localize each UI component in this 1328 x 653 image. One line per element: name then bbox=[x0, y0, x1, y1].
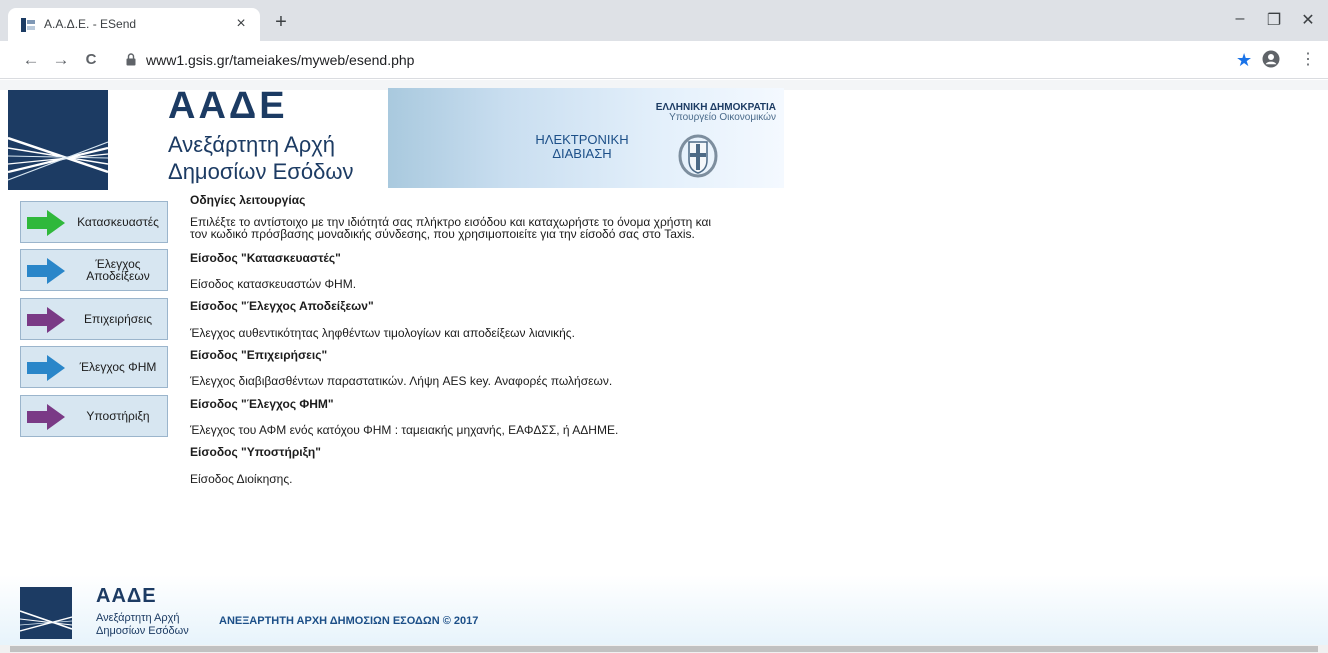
page-footer: ΑΑΔΕ Ανεξάρτητη Αρχή Δημοσίων Εσόδων ΑΝΕ… bbox=[0, 575, 1328, 648]
instructions-intro-line2: τον κωδικό πρόσβασης μοναδικής σύνδεσης,… bbox=[190, 227, 695, 241]
arrow-right-icon bbox=[27, 210, 65, 236]
header-subtitle-line1: Ανεξάρτητη Αρχή bbox=[168, 132, 335, 157]
profile-icon[interactable] bbox=[1262, 50, 1280, 68]
url-text: www1.gsis.gr/tameiakes/myweb/esend.php bbox=[146, 52, 415, 68]
header-subtitle-line2: Δημοσίων Εσόδων bbox=[168, 159, 354, 184]
footer-logo-line1: Ανεξάρτητη Αρχή bbox=[96, 612, 180, 624]
browser-tab[interactable]: Α.Α.Δ.Ε. - ESend × bbox=[8, 8, 260, 41]
service-label-line2: ΔΙΑΒΙΑΣΗ bbox=[552, 146, 612, 161]
footer-logo-line2: Δημοσίων Εσόδων bbox=[96, 625, 189, 637]
footer-logo-title: ΑΑΔΕ bbox=[96, 585, 157, 607]
tab-close-icon[interactable]: × bbox=[230, 13, 252, 35]
service-label-line1: ΗΛΕΚΤΡΟΝΙΚΗ bbox=[535, 132, 629, 147]
section-heading: Είσοδος "Υποστήριξη" bbox=[190, 445, 321, 459]
section-heading: Είσοδος "Κατασκευαστές" bbox=[190, 251, 341, 265]
menu-button-label: Κατασκευαστές bbox=[77, 215, 159, 229]
bookmark-star-icon[interactable]: ★ bbox=[1236, 49, 1252, 71]
arrow-right-icon bbox=[27, 355, 65, 381]
footer-logo bbox=[20, 587, 72, 639]
section-heading: Είσοδος "Έλεγχος ΦΗΜ" bbox=[190, 397, 334, 411]
instructions-title: Οδηγίες λειτουργίας bbox=[190, 193, 306, 207]
reload-icon[interactable]: C bbox=[80, 49, 102, 71]
aade-logo bbox=[8, 90, 108, 190]
section-heading: Είσοδος "Επιχειρήσεις" bbox=[190, 348, 328, 362]
section-heading: Είσοδος "Έλεγχος Αποδείξεων" bbox=[190, 299, 374, 313]
page: ΑΑΔΕ Ανεξάρτητη Αρχή Δημοσίων Εσόδων ΕΛΛ… bbox=[0, 80, 1328, 653]
footer-logo-graphic bbox=[20, 587, 72, 639]
menu-button-manufacturers[interactable]: Κατασκευαστές bbox=[20, 201, 168, 243]
menu-button-businesses[interactable]: Επιχειρήσεις bbox=[20, 298, 168, 340]
menu-button-support[interactable]: Υποστήριξη bbox=[20, 395, 168, 437]
section-text: Είσοδος Διοίκησης. bbox=[190, 472, 293, 486]
browser-menu-icon[interactable]: ⋮ bbox=[1300, 49, 1316, 71]
arrow-right-icon bbox=[27, 258, 65, 284]
menu-button-label: Έλεγχος Αποδείξεων bbox=[86, 257, 150, 283]
site-favicon-icon bbox=[21, 18, 35, 32]
back-icon[interactable]: ← bbox=[20, 49, 42, 71]
footer-copyright: ΑΝΕΞΑΡΤΗΤΗ ΑΡΧΗ ΔΗΜΟΣΙΩΝ ΕΣΟΔΩΝ © 2017 bbox=[219, 615, 479, 627]
address-bar[interactable]: www1.gsis.gr/tameiakes/myweb/esend.php bbox=[112, 47, 1212, 73]
browser-tabstrip: Α.Α.Δ.Ε. - ESend × + – ❐ ✕ bbox=[0, 0, 1328, 41]
header-banner: ΕΛΛΗΝΙΚΗ ΔΗΜΟΚΡΑΤΙΑ Υπουργείο Οικονομικώ… bbox=[388, 88, 784, 188]
ministry-label: Υπουργείο Οικονομικών bbox=[669, 112, 776, 123]
arrow-right-icon bbox=[27, 404, 65, 430]
forward-icon[interactable]: → bbox=[50, 49, 72, 71]
browser-toolbar: ← → C www1.gsis.gr/tameiakes/myweb/esend… bbox=[0, 41, 1328, 79]
horizontal-scrollbar[interactable] bbox=[0, 645, 1328, 653]
lock-icon bbox=[126, 53, 136, 66]
new-tab-button[interactable]: + bbox=[270, 12, 292, 34]
menu-button-label: Υποστήριξη bbox=[86, 409, 150, 423]
close-window-icon[interactable]: ✕ bbox=[1296, 10, 1320, 30]
scrollbar-thumb[interactable] bbox=[10, 646, 1318, 652]
section-text: Έλεγχος αυθεντικότητας ληφθέντων τιμολογ… bbox=[190, 326, 575, 340]
section-text: Έλεγχος του ΑΦΜ ενός κατόχου ΦΗΜ : ταμει… bbox=[190, 423, 619, 437]
minimize-icon[interactable]: – bbox=[1228, 10, 1252, 30]
restore-icon[interactable]: ❐ bbox=[1262, 10, 1286, 30]
menu-button-fhm-check[interactable]: Έλεγχος ΦΗΜ bbox=[20, 346, 168, 388]
menu-button-label: Επιχειρήσεις bbox=[84, 312, 152, 326]
menu-button-label: Έλεγχος ΦΗΜ bbox=[79, 360, 157, 374]
menu-button-receipt-check[interactable]: Έλεγχος Αποδείξεων bbox=[20, 249, 168, 291]
header-title: ΑΑΔΕ bbox=[168, 85, 288, 127]
greek-emblem-icon bbox=[678, 134, 718, 178]
arrow-right-icon bbox=[27, 307, 65, 333]
tab-title: Α.Α.Δ.Ε. - ESend bbox=[44, 17, 137, 31]
aade-logo-graphic bbox=[8, 90, 108, 190]
section-text: Είσοδος κατασκευαστών ΦΗΜ. bbox=[190, 277, 357, 291]
section-text: Έλεγχος διαβιβασθέντων παραστατικών. Λήψ… bbox=[190, 374, 613, 388]
